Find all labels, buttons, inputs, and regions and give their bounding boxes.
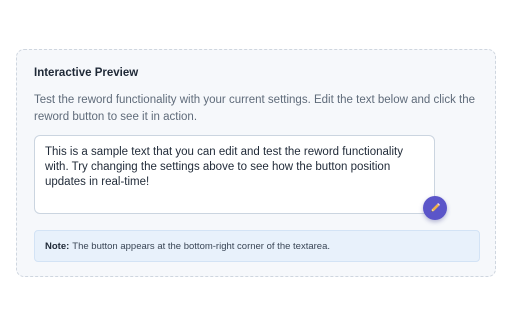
reword-button[interactable] (423, 196, 447, 220)
sample-textarea[interactable]: This is a sample text that you can edit … (34, 135, 435, 214)
preview-description: Test the reword functionality with your … (34, 94, 476, 123)
pencil-icon (429, 202, 441, 214)
interactive-preview-card: Interactive Preview Test the reword func… (16, 49, 496, 277)
note-text: The button appears at the bottom-right c… (72, 240, 330, 252)
note-box: Note: The button appears at the bottom-r… (34, 230, 480, 262)
textarea-container: This is a sample text that you can edit … (34, 135, 435, 214)
preview-title: Interactive Preview (34, 67, 139, 79)
note-label: Note: (45, 240, 70, 252)
